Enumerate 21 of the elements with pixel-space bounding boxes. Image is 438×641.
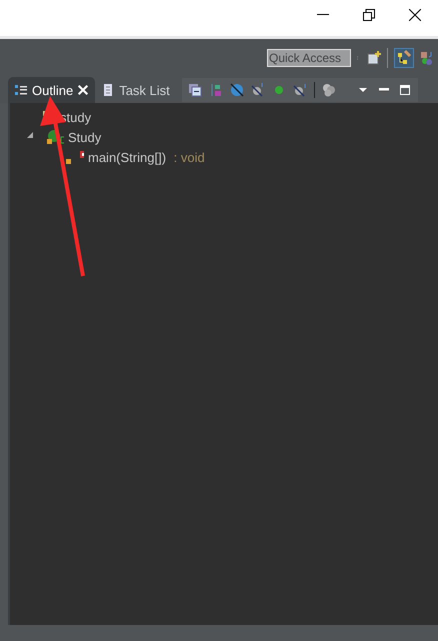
sort-icon[interactable]: [208, 83, 223, 97]
link-icon[interactable]: [322, 83, 336, 97]
hide-static-icon[interactable]: [250, 83, 265, 97]
maximize-icon[interactable]: [398, 83, 412, 97]
hide-local-icon[interactable]: [292, 83, 307, 97]
collapse-all-icon[interactable]: [188, 83, 202, 97]
open-perspective-icon[interactable]: [367, 51, 381, 65]
tree-item[interactable]: main(String[]): [88, 150, 166, 164]
minimize-icon[interactable]: [317, 14, 329, 16]
outline-icon: [14, 83, 28, 97]
java-perspective-icon[interactable]: [420, 51, 434, 65]
quick-access-field[interactable]: Quick Access: [267, 49, 351, 67]
view-tab[interactable]: Outline: [8, 77, 96, 103]
tree-item[interactable]: Study: [68, 130, 102, 144]
restore-icon[interactable]: [363, 9, 375, 21]
return-type: : void: [172, 150, 205, 164]
hide-fields-icon[interactable]: [230, 83, 244, 97]
close-icon[interactable]: [409, 9, 421, 21]
hierarchy-perspective-icon[interactable]: [394, 48, 414, 68]
expand-toggle-icon[interactable]: [26, 131, 34, 139]
view-tab[interactable]: Task List: [95, 77, 176, 103]
